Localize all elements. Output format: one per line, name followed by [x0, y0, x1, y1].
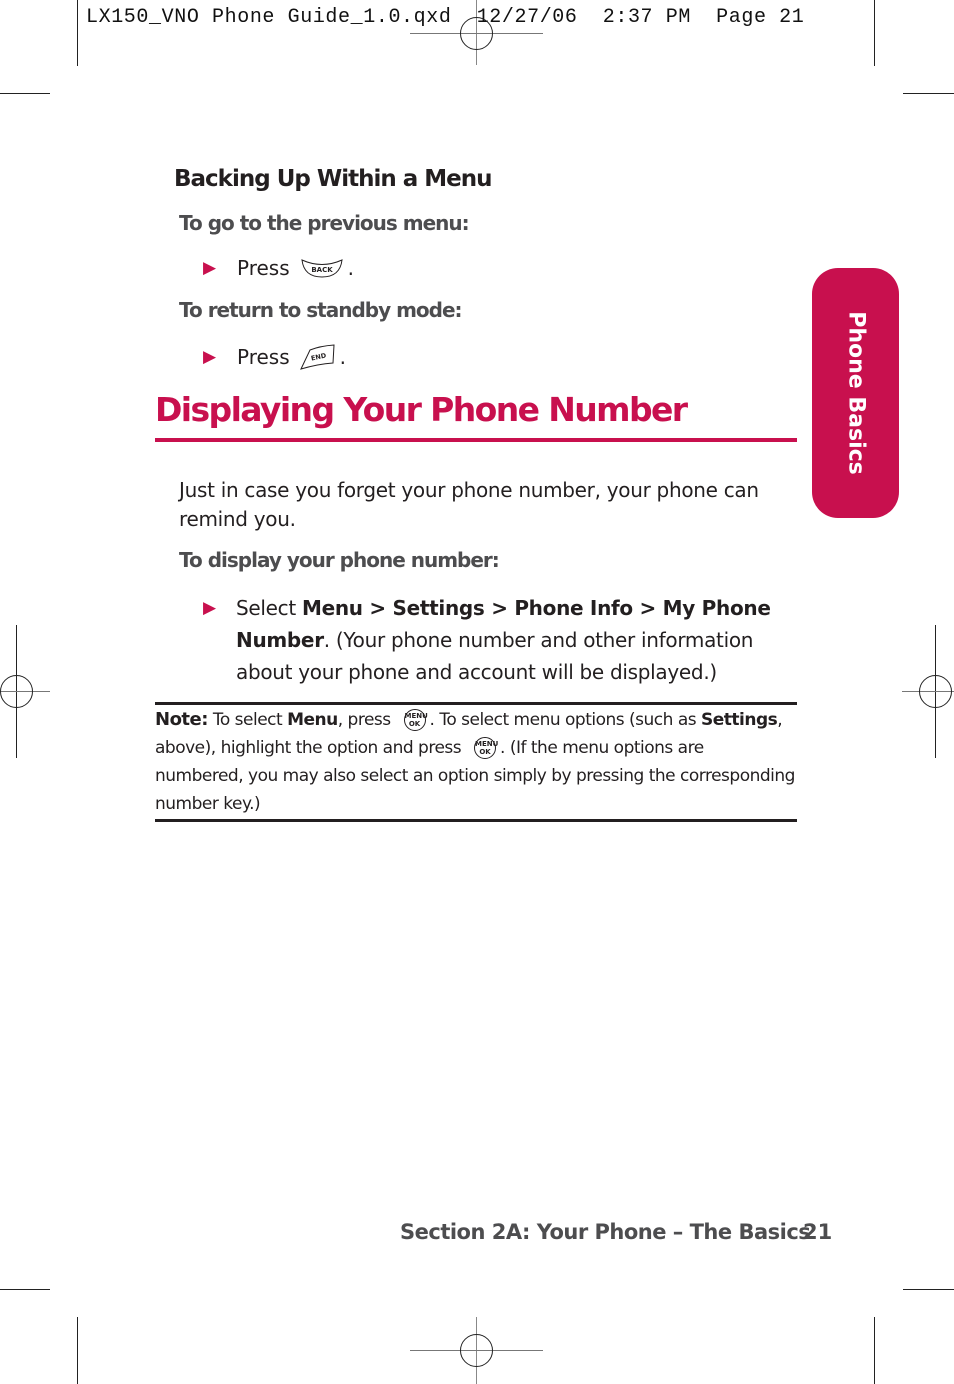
crop-mark [0, 93, 50, 94]
crop-mark [903, 1289, 954, 1290]
step-press-end: ▶ Press END . [203, 343, 346, 371]
note-box: Note: To select Menu, press MENU OK. To s… [155, 709, 795, 814]
crop-mark [903, 93, 954, 94]
note-rule-bottom [155, 819, 797, 822]
crop-mark [874, 0, 875, 66]
bullet-arrow-icon: ▶ [203, 347, 217, 367]
crop-mark [77, 0, 78, 66]
step-text: Press [237, 256, 290, 280]
menu-ok-key-icon: MENU OK [403, 709, 428, 731]
path-menu: Menu [301, 596, 363, 620]
lead-previous-menu: To go to the previous menu: [179, 211, 470, 235]
step-press-back: ▶ Press BACK . [203, 256, 354, 280]
sub-heading-backing-up: Backing Up Within a Menu [174, 166, 493, 192]
lead-display-number: To display your phone number: [179, 548, 500, 572]
slug-date: 12/27/06 [476, 6, 578, 29]
section-side-tab: Phone Basics [812, 268, 899, 518]
step-text: Press [237, 345, 290, 369]
crop-mark [77, 1317, 78, 1384]
intro-paragraph: Just in case you forget your phone numbe… [179, 478, 759, 531]
slug-page: Page 21 [716, 6, 805, 29]
menu-ok-key-icon: MENU OK [474, 737, 498, 759]
step-suffix: . [347, 256, 354, 280]
bullet-arrow-icon: ▶ [203, 598, 216, 618]
slug-file: LX150_VNO Phone Guide_1.0.qxd [86, 6, 452, 29]
path-settings: Settings [392, 596, 485, 620]
bullet-arrow-icon: ▶ [203, 258, 217, 278]
step-prefix: Select [236, 596, 302, 620]
page-title: Displaying Your Phone Number [155, 390, 688, 429]
note-rule-top [155, 702, 797, 705]
crop-mark [0, 1289, 50, 1290]
crop-mark [874, 1317, 875, 1384]
side-tab-label: Phone Basics [843, 311, 868, 475]
slug-time: 2:37 PM [602, 6, 691, 29]
step-suffix: . [339, 345, 346, 369]
title-rule [155, 438, 797, 442]
step-select-my-phone-number: ▶ Select Menu > Settings > Phone Info > … [203, 592, 793, 688]
slug-line: LX150_VNO Phone Guide_1.0.qxd 12/27/06 2… [86, 6, 804, 29]
path-phone-info: Phone Info [514, 596, 633, 620]
end-key-icon: END [299, 344, 335, 370]
svg-text:BACK: BACK [311, 266, 333, 274]
lead-standby: To return to standby mode: [179, 298, 463, 322]
footer-section-title: Section 2A: Your Phone – The Basics [400, 1220, 811, 1244]
footer-page-number: 21 [803, 1220, 833, 1244]
back-key-icon: BACK [301, 259, 343, 278]
note-label: Note: [155, 709, 208, 730]
